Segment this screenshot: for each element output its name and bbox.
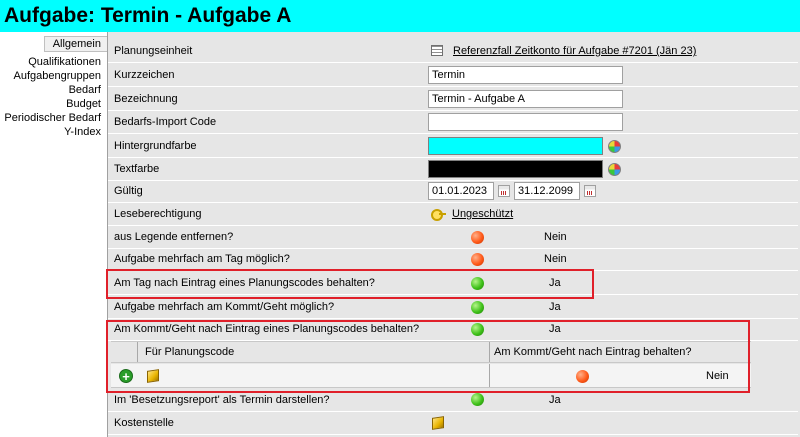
am-tag-nach-label: Am Tag nach Eintrag eines Planungscodes … <box>114 277 375 289</box>
calendar-icon[interactable] <box>498 185 510 197</box>
leseberechtigung-link[interactable]: Ungeschützt <box>452 208 513 220</box>
row-am-tag-nach: Am Tag nach Eintrag eines Planungscodes … <box>108 272 798 295</box>
leseberechtigung-label: Leseberechtigung <box>114 208 202 220</box>
gueltig-label: Gültig <box>114 185 143 197</box>
aus-legende-value: Nein <box>544 231 567 243</box>
status-red-icon[interactable] <box>471 253 484 266</box>
planungseinheit-link[interactable]: Referenzfall Zeitkonto für Aufgabe #7201… <box>453 45 696 57</box>
mehrfach-kommt-label: Aufgabe mehrfach am Kommt/Geht möglich? <box>114 301 335 313</box>
row-textfarbe: Textfarbe <box>108 158 798 181</box>
table-icon <box>431 45 443 56</box>
subgrid-col-planungscode[interactable]: Für Planungscode <box>145 346 234 358</box>
row-aus-legende: aus Legende entfernen? Nein <box>108 226 798 249</box>
planungseinheit-label: Planungseinheit <box>114 45 193 57</box>
am-tag-nach-value: Ja <box>549 277 561 289</box>
bezeichnung-input[interactable]: Termin - Aufgabe A <box>428 90 623 108</box>
gueltig-from-input[interactable]: 01.01.2023 <box>428 182 494 200</box>
cube-icon[interactable] <box>147 369 159 383</box>
mehrfach-tag-label: Aufgabe mehrfach am Tag möglich? <box>114 253 290 265</box>
row-mehrfach-tag: Aufgabe mehrfach am Tag möglich? Nein <box>108 248 798 271</box>
sidebar-item-aufgabengruppen[interactable]: Aufgabengruppen <box>0 69 107 83</box>
color-palette-icon[interactable] <box>608 163 621 176</box>
row-leseberechtigung: Leseberechtigung Ungeschützt <box>108 203 798 226</box>
kostenstelle-label: Kostenstelle <box>114 417 174 429</box>
row-gueltig: Gültig 01.01.2023 31.12.2099 <box>108 180 798 203</box>
row-besetzungsreport: Im 'Besetzungsreport' als Termin darstel… <box>108 389 798 412</box>
color-palette-icon[interactable] <box>608 140 621 153</box>
hintergrundfarbe-label: Hintergrundfarbe <box>114 140 197 152</box>
kurzzeichen-label: Kurzzeichen <box>114 69 175 81</box>
kurzzeichen-input[interactable]: Termin <box>428 66 623 84</box>
bedarfs-import-code-label: Bedarfs-Import Code <box>114 116 217 128</box>
sidebar-item-periodischer-bedarf[interactable]: Periodischer Bedarf <box>0 111 107 125</box>
sidebar-item-qualifikationen[interactable]: Qualifikationen <box>0 55 107 69</box>
aus-legende-label: aus Legende entfernen? <box>114 231 234 243</box>
subgrid-col-behalten[interactable]: Am Kommt/Geht nach Eintrag behalten? <box>494 346 692 358</box>
column-separator <box>137 342 138 362</box>
subgrid-row-value: Nein <box>706 370 729 382</box>
row-am-kommt-nach: Am Kommt/Geht nach Eintrag eines Planung… <box>108 318 798 341</box>
sidebar-item-y-index[interactable]: Y-Index <box>0 125 107 139</box>
status-green-icon[interactable] <box>471 277 484 290</box>
status-green-icon[interactable] <box>471 323 484 336</box>
subgrid-row[interactable]: + Nein <box>111 364 751 388</box>
textfarbe-label: Textfarbe <box>114 163 160 175</box>
textfarbe-swatch[interactable] <box>428 160 603 178</box>
calendar-icon[interactable] <box>584 185 596 197</box>
mehrfach-kommt-value: Ja <box>549 301 561 313</box>
subgrid-header: Für Planungscode Am Kommt/Geht nach Eint… <box>111 341 751 363</box>
key-icon <box>431 209 446 221</box>
page-title: Aufgabe: Termin - Aufgabe A <box>4 4 292 27</box>
sidebar: Allgemein Qualifikationen Aufgabengruppe… <box>0 32 108 437</box>
row-bedarfs-import-code: Bedarfs-Import Code <box>108 111 798 134</box>
status-green-icon[interactable] <box>471 393 484 406</box>
status-red-icon[interactable] <box>576 370 589 383</box>
row-planungseinheit: Planungseinheit Referenzfall Zeitkonto f… <box>108 40 798 63</box>
gueltig-to-input[interactable]: 31.12.2099 <box>514 182 580 200</box>
besetzungsreport-value: Ja <box>549 394 561 406</box>
status-red-icon[interactable] <box>471 231 484 244</box>
status-green-icon[interactable] <box>471 301 484 314</box>
column-separator <box>489 342 490 362</box>
row-hintergrundfarbe: Hintergrundfarbe <box>108 135 798 158</box>
sidebar-item-allgemein[interactable]: Allgemein <box>44 36 107 52</box>
row-bezeichnung: Bezeichnung Termin - Aufgabe A <box>108 88 798 111</box>
sidebar-item-budget[interactable]: Budget <box>0 97 107 111</box>
row-kurzzeichen: Kurzzeichen Termin <box>108 64 798 87</box>
column-separator <box>489 364 490 387</box>
hintergrundfarbe-swatch[interactable] <box>428 137 603 155</box>
row-mehrfach-kommt: Aufgabe mehrfach am Kommt/Geht möglich? … <box>108 296 798 319</box>
bezeichnung-label: Bezeichnung <box>114 93 178 105</box>
form-panel: Planungseinheit Referenzfall Zeitkonto f… <box>106 32 800 437</box>
add-icon[interactable]: + <box>119 369 133 383</box>
am-kommt-nach-label: Am Kommt/Geht nach Eintrag eines Planung… <box>114 323 420 335</box>
sidebar-item-bedarf[interactable]: Bedarf <box>0 83 107 97</box>
bedarfs-import-code-input[interactable] <box>428 113 623 131</box>
besetzungsreport-label: Im 'Besetzungsreport' als Termin darstel… <box>114 394 330 406</box>
cube-icon[interactable] <box>432 416 444 430</box>
window-title-bar: Aufgabe: Termin - Aufgabe A <box>0 0 800 32</box>
row-kostenstelle: Kostenstelle <box>108 412 798 435</box>
mehrfach-tag-value: Nein <box>544 253 567 265</box>
am-kommt-nach-value: Ja <box>549 323 561 335</box>
